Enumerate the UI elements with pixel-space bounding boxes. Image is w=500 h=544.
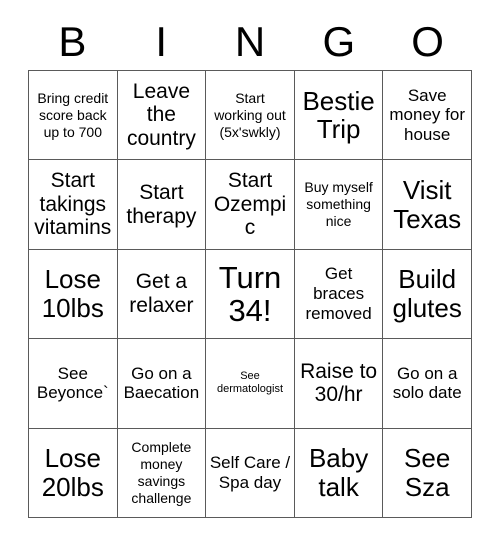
bingo-cell-label: Bring credit score back up to 700: [37, 90, 109, 140]
bingo-cell-label: Build glutes: [392, 264, 462, 323]
bingo-cell[interactable]: Raise to 30/hr: [294, 339, 384, 429]
bingo-cell-label: Baby talk: [308, 443, 369, 502]
bingo-cell[interactable]: Lose 10lbs: [29, 249, 118, 340]
bingo-cell-label: Self Care / Spa day: [209, 453, 291, 492]
bingo-cell[interactable]: Baby talk: [294, 428, 384, 518]
bingo-cell[interactable]: Go on a Baecation: [117, 339, 207, 429]
bingo-cell-label: See Beyonce`: [36, 363, 109, 403]
bingo-cell-label: Save money for house: [389, 85, 465, 145]
bingo-cell-label: See Sza: [404, 443, 451, 502]
bingo-cell[interactable]: Self Care / Spa day: [206, 428, 295, 518]
bingo-cell[interactable]: Start working out (5x'swkly): [206, 71, 295, 161]
bingo-header: B I N G O: [28, 14, 472, 70]
header-letter-i: I: [155, 18, 168, 65]
bingo-cell[interactable]: Get a relaxer: [117, 249, 207, 340]
bingo-cell-label: Start Ozempic: [213, 169, 287, 240]
bingo-cell[interactable]: Save money for house: [383, 71, 472, 161]
bingo-cell-label: Get braces removed: [305, 264, 372, 323]
bingo-cell-label: See dermatologist: [216, 369, 284, 396]
bingo-cell-label: Complete money savings challenge: [131, 439, 192, 506]
bingo-cell[interactable]: Lose 20lbs: [29, 428, 118, 518]
bingo-cell[interactable]: Get braces removed: [294, 249, 384, 340]
bingo-cell-label: Go on a Baecation: [123, 363, 200, 403]
bingo-cell[interactable]: Go on a solo date: [383, 339, 472, 429]
header-letter-n: N: [234, 18, 266, 65]
bingo-cell-label: Go on a solo date: [392, 363, 462, 403]
bingo-cell-label: Buy myself something nice: [304, 179, 373, 229]
bingo-cell-label: Turn 34!: [218, 259, 282, 328]
bingo-cell-label: Get a relaxer: [129, 270, 194, 317]
bingo-cell[interactable]: Buy myself something nice: [294, 160, 384, 250]
bingo-cell-label: Lose 10lbs: [41, 264, 104, 323]
bingo-cell[interactable]: Bestie Trip: [294, 71, 384, 161]
bingo-cell-label: Start takings vitamins: [34, 169, 112, 240]
bingo-cell-label: Leave the country: [126, 79, 196, 150]
bingo-cell[interactable]: See Beyonce`: [29, 339, 118, 429]
bingo-cell[interactable]: Visit Texas: [383, 160, 472, 250]
bingo-cell-label: Visit Texas: [393, 175, 462, 234]
bingo-cell[interactable]: Start therapy: [117, 160, 207, 250]
bingo-cell[interactable]: Leave the country: [117, 71, 207, 161]
bingo-cell-label: Lose 20lbs: [41, 443, 104, 502]
header-letter-g: G: [322, 18, 356, 65]
bingo-cell[interactable]: Build glutes: [383, 249, 472, 340]
bingo-grid: Bring credit score back up to 700 Leave …: [28, 70, 472, 518]
bingo-cell-label: Raise to 30/hr: [300, 359, 378, 407]
bingo-cell-label: Bestie Trip: [302, 85, 375, 145]
bingo-card: B I N G O Bring credit score back up to …: [0, 0, 500, 544]
header-letter-b: B: [58, 18, 87, 65]
bingo-cell-label: Start working out (5x'swkly): [214, 90, 286, 140]
bingo-cell-label: Start therapy: [126, 181, 197, 228]
bingo-cell[interactable]: See Sza: [383, 428, 472, 518]
header-letter-o: O: [411, 18, 444, 65]
bingo-cell[interactable]: Start Ozempic: [206, 160, 295, 250]
bingo-cell[interactable]: Complete money savings challenge: [117, 428, 207, 518]
bingo-cell[interactable]: Start takings vitamins: [29, 160, 118, 250]
bingo-cell[interactable]: See dermatologist: [206, 339, 295, 429]
bingo-cell[interactable]: Bring credit score back up to 700: [29, 71, 118, 161]
bingo-cell[interactable]: Turn 34!: [206, 249, 295, 340]
